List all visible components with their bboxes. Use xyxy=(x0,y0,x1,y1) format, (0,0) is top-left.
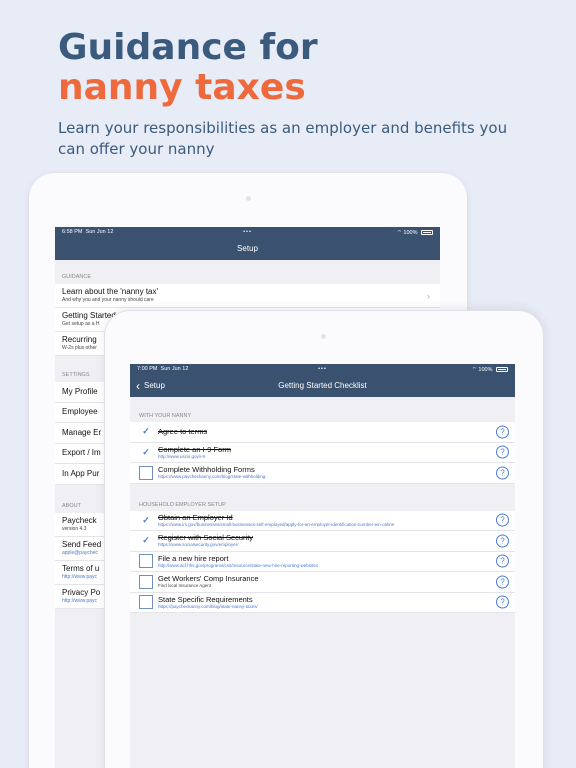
section-header-guidance: GUIDANCE xyxy=(62,274,92,280)
row-subtitle: And why you and your nanny should care xyxy=(62,297,154,303)
checklist-item[interactable]: Get Workers' Comp Insurance Find local In… xyxy=(130,572,515,593)
checklist-item-title: State Specific Requirements xyxy=(158,594,253,604)
checklist-item-link[interactable]: https://www.paycheckanny.com/blog/state-… xyxy=(158,474,267,480)
checklist-item-text: File a new hire report http://www.acf.hhs… xyxy=(158,554,318,569)
checkmark-icon[interactable]: ✓ xyxy=(139,425,153,439)
front-navigation-bar: 7:00 PM Sun Jun 12 ••• ⌔ 100% ‹ Setup Ge… xyxy=(130,364,515,397)
chevron-right-icon: › xyxy=(427,290,430,301)
row-title: Employee xyxy=(62,407,98,417)
checklist-item-text: Get Workers' Comp Insurance Find local In… xyxy=(158,574,259,589)
help-icon[interactable]: ? xyxy=(496,513,509,527)
guidance-row-nanny-tax[interactable]: Learn about the 'nanny tax' And why you … xyxy=(55,284,440,308)
row-title: My Profile xyxy=(62,386,98,396)
back-status-bar: 6:58 PM Sun Jun 12 ••• ⌔ 100% xyxy=(55,227,440,237)
checklist-item-title: Complete Withholding Forms xyxy=(158,465,255,475)
status-right: ⌔ 100% xyxy=(397,229,433,236)
checklist-item-link[interactable]: http://www.acf.hhs.gov/programs/css/reso… xyxy=(158,563,318,569)
checkmark-icon[interactable]: ✓ xyxy=(139,513,153,527)
status-time: 6:58 PM xyxy=(62,229,83,235)
title-bar: ‹ Setup Getting Started Checklist xyxy=(130,374,515,397)
front-tablet-camera xyxy=(321,334,326,339)
checklist-item[interactable]: ✓ Complete an I-9 Form http://www.uscis.go… xyxy=(130,442,515,463)
checkbox-empty[interactable] xyxy=(139,554,153,569)
row-title: In App Pur xyxy=(62,468,100,478)
checklist-item[interactable]: File a new hire report http://www.acf.hhs… xyxy=(130,551,515,572)
status-date: Sun Jun 12 xyxy=(160,366,189,372)
wifi-icon: ⌔ xyxy=(471,366,477,373)
checklist-item[interactable]: ✓ Register with Social Security https://ww… xyxy=(130,531,515,552)
checklist-item-text: Register with Social Security https://www… xyxy=(158,533,253,548)
checklist-item-link[interactable]: https://www.socialsecurity.gov/employer/ xyxy=(158,542,253,548)
checklist-item-title: Agree to terms xyxy=(158,427,208,437)
checklist-item-text: Agree to terms xyxy=(158,427,207,436)
checklist-item[interactable]: Complete Withholding Forms https://www.pa… xyxy=(130,463,515,484)
checklist-item-title: Complete an I-9 Form xyxy=(158,444,231,454)
chevron-left-icon: ‹ xyxy=(136,378,140,393)
status-time: 7:00 PM xyxy=(137,366,158,372)
back-button[interactable]: ‹ Setup xyxy=(136,374,165,397)
help-icon[interactable]: ? xyxy=(496,554,509,568)
page-title: Setup xyxy=(237,244,258,253)
checklist-item-link[interactable]: http://www.uscis.gov/i-9 xyxy=(158,454,231,460)
checklist-item-note: Find local Insurance Agent xyxy=(158,583,212,589)
checklist-item[interactable]: State Specific Requirements https://paych… xyxy=(130,592,515,613)
checklist-item-text: State Specific Requirements https://paych… xyxy=(158,595,258,610)
back-tablet-camera xyxy=(246,196,251,201)
headline: Guidance for nanny taxes xyxy=(58,28,318,108)
status-right: ⌔ 100% xyxy=(472,366,508,373)
headline-line-2: nanny taxes xyxy=(58,67,306,108)
front-tablet-screen: 7:00 PM Sun Jun 12 ••• ⌔ 100% ‹ Setup Ge… xyxy=(130,364,515,768)
battery-percent: 100% xyxy=(478,366,493,373)
checkbox-empty[interactable] xyxy=(139,574,153,589)
checklist-item-title: File a new hire report xyxy=(158,553,229,563)
help-icon[interactable]: ? xyxy=(496,466,509,480)
subheadline: Learn your responsibilities as an employ… xyxy=(58,119,508,158)
section-header: WITH YOUR NANNY xyxy=(139,413,192,419)
headline-line-1: Guidance for xyxy=(58,27,318,68)
checkbox-empty[interactable] xyxy=(139,465,153,480)
checkmark-icon[interactable]: ✓ xyxy=(139,534,153,548)
checklist-item-link[interactable]: https://www.irs.gov/businesses/small-bus… xyxy=(158,522,394,528)
checklist-item[interactable]: ✓ Obtain an Employer Id https://www.irs.go… xyxy=(130,510,515,531)
checklist-item[interactable]: ✓ Agree to terms? xyxy=(130,422,515,443)
front-status-bar: 7:00 PM Sun Jun 12 ••• ⌔ 100% xyxy=(130,364,515,374)
checklist: WITH YOUR NANNY ✓ Agree to terms? ✓ Complete… xyxy=(130,397,515,613)
checklist-item-text: Obtain an Employer Id https://www.irs.gov… xyxy=(158,513,394,528)
checklist-item-title: Register with Social Security xyxy=(158,533,254,543)
back-navigation-bar: 6:58 PM Sun Jun 12 ••• ⌔ 100% Setup xyxy=(55,227,440,260)
status-date: Sun Jun 12 xyxy=(85,229,114,235)
back-button-label: Setup xyxy=(144,381,165,390)
battery-percent: 100% xyxy=(403,229,418,236)
multitask-dots[interactable]: ••• xyxy=(318,366,327,372)
battery-icon xyxy=(496,366,508,372)
checkmark-icon[interactable]: ✓ xyxy=(139,445,153,459)
help-icon[interactable]: ? xyxy=(496,425,509,439)
help-icon[interactable]: ? xyxy=(496,534,509,548)
wifi-icon: ⌔ xyxy=(396,229,402,236)
help-icon[interactable]: ? xyxy=(496,575,509,589)
multitask-dots[interactable]: ••• xyxy=(243,229,252,235)
checklist-item-text: Complete an I-9 Form http://www.uscis.gov… xyxy=(158,445,231,460)
page-title: Getting Started Checklist xyxy=(278,381,367,390)
help-icon[interactable]: ? xyxy=(496,445,509,459)
checklist-item-title: Obtain an Employer Id xyxy=(158,512,233,522)
row-title: Learn about the 'nanny tax' xyxy=(62,287,159,296)
row-title: Export / Im xyxy=(62,448,101,458)
checklist-item-title: Get Workers' Comp Insurance xyxy=(158,574,259,584)
help-icon[interactable]: ? xyxy=(496,595,509,609)
section-header: HOUSEHOLD EMPLOYER SETUP xyxy=(139,501,226,508)
row-title: Manage Er xyxy=(62,427,102,437)
checklist-item-text: Complete Withholding Forms https://www.pa… xyxy=(158,465,267,480)
checkbox-empty[interactable] xyxy=(139,595,153,610)
checklist-item-link[interactable]: https://paycheckanny.com/blog/state-nann… xyxy=(158,604,258,610)
battery-icon xyxy=(421,229,433,235)
